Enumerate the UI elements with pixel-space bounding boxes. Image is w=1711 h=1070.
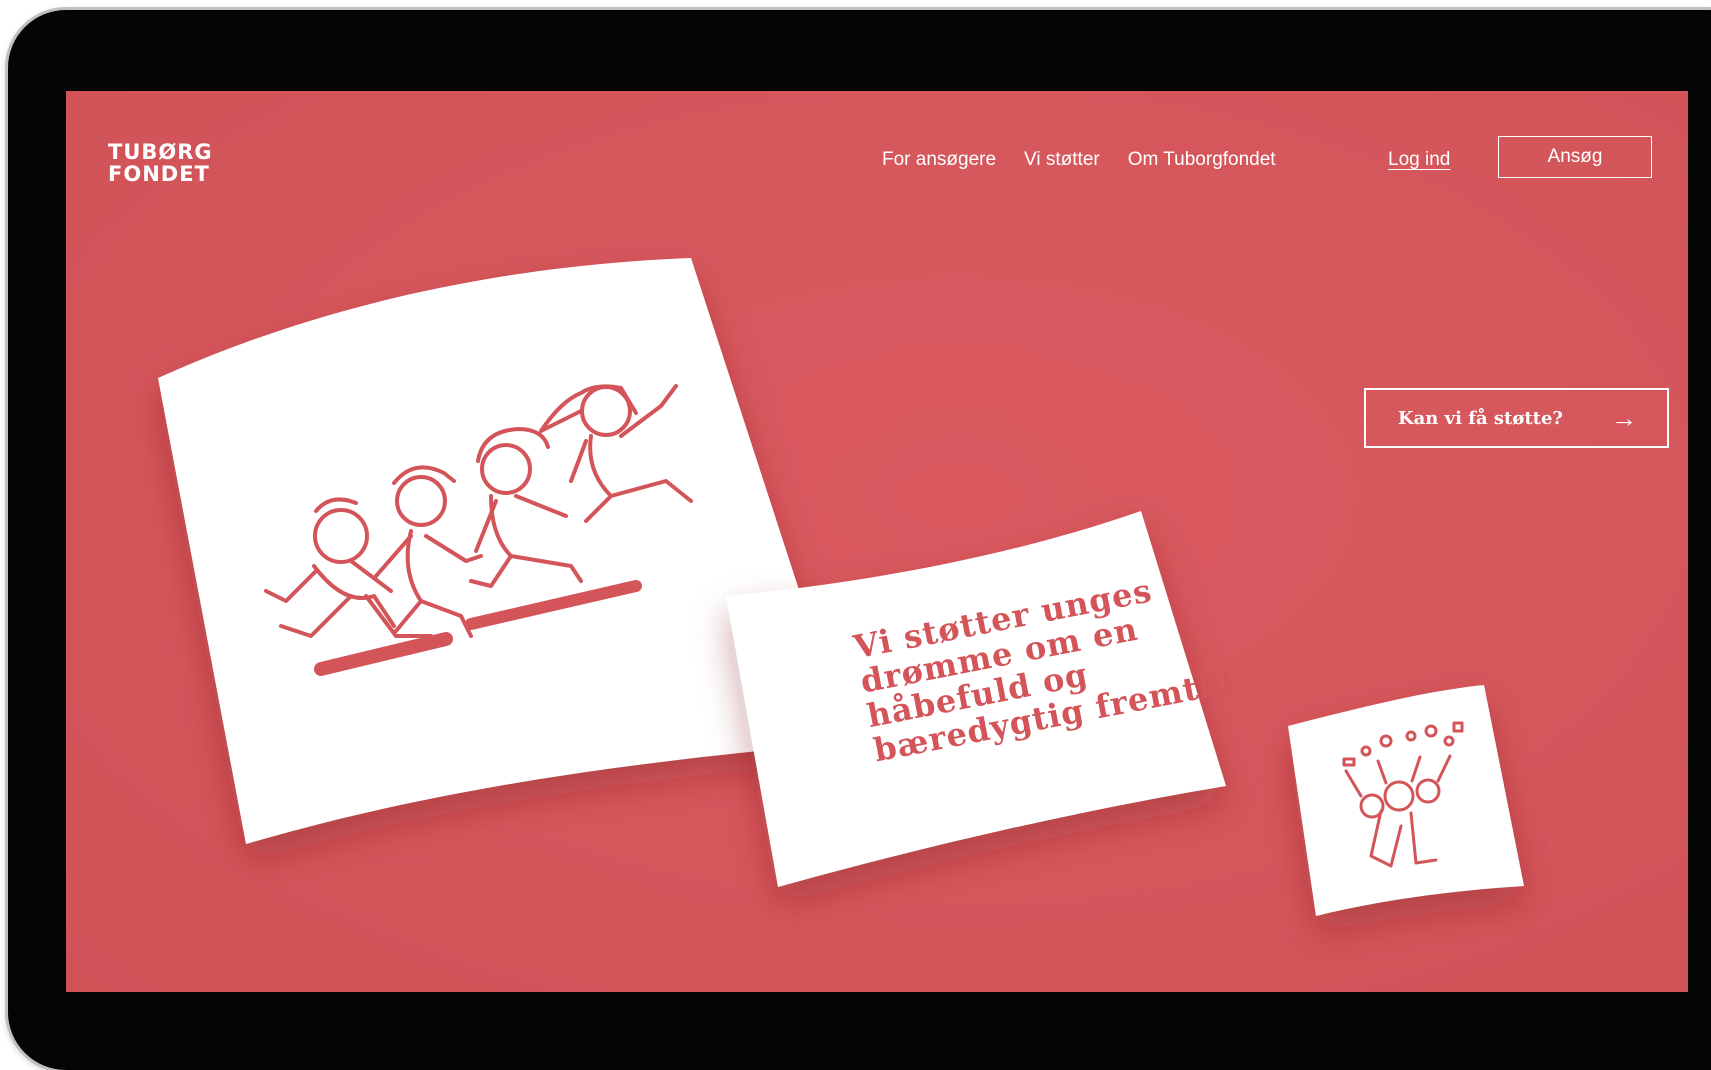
cheering-people-card xyxy=(1288,685,1524,916)
device-frame: TUBØRG FONDET For ansøgere Vi støtter Om… xyxy=(8,10,1711,1070)
nav-item-for-ansogere[interactable]: For ansøgere xyxy=(882,145,996,175)
nav-item-vi-stotter[interactable]: Vi støtter xyxy=(1024,145,1100,175)
website-screen: TUBØRG FONDET For ansøgere Vi støtter Om… xyxy=(66,91,1688,992)
login-link[interactable]: Log ind xyxy=(1388,145,1450,175)
support-cta-button[interactable]: Kan vi få støtte? → xyxy=(1364,388,1669,448)
main-navigation: For ansøgere Vi støtter Om Tuborgfondet xyxy=(882,145,1276,175)
running-people-illustration xyxy=(264,384,693,676)
logo-line-1: TUBØRG xyxy=(108,140,213,164)
hero-cards xyxy=(66,91,1688,992)
nav-item-om-tuborgfondet[interactable]: Om Tuborgfondet xyxy=(1128,145,1276,175)
cta-label: Kan vi få støtte? xyxy=(1398,407,1563,429)
apply-button[interactable]: Ansøg xyxy=(1498,136,1652,178)
cheering-people-illustration xyxy=(1342,721,1464,868)
running-people-card xyxy=(158,258,866,844)
logo-line-2: FONDET xyxy=(108,162,210,186)
arrow-right-icon: → xyxy=(1611,403,1637,433)
tuborgfondet-logo[interactable]: TUBØRG FONDET xyxy=(108,141,218,191)
hero-headline: Vi støtter unges drømme om en håbefuld o… xyxy=(851,551,1290,769)
